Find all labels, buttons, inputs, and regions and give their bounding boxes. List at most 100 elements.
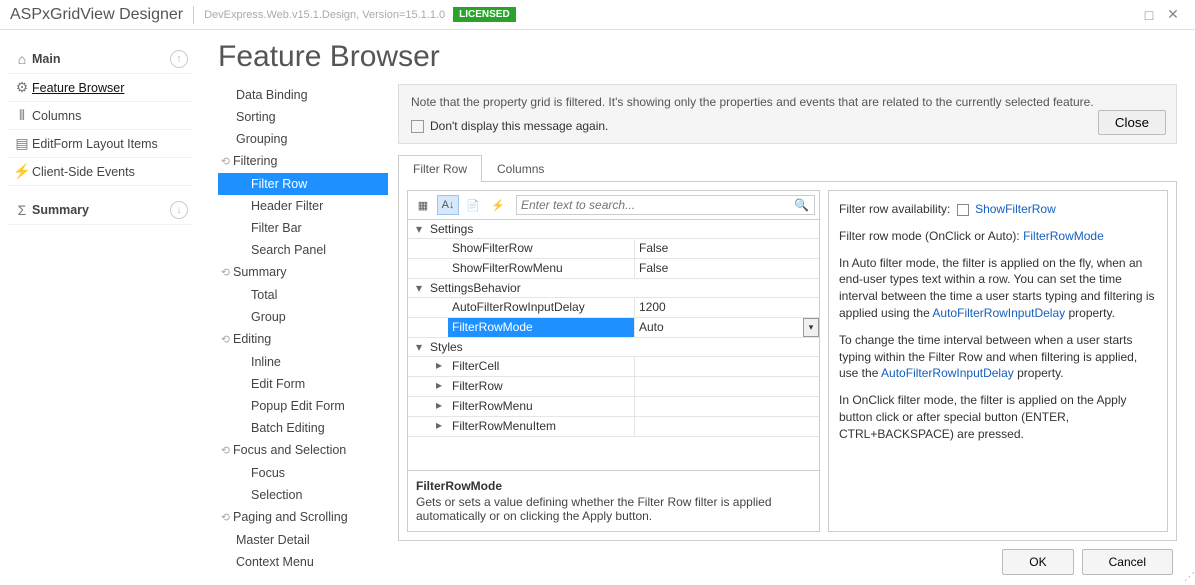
up-arrow-icon[interactable]: ↑ [170, 50, 188, 68]
expand-icon[interactable]: ▸ [430, 397, 448, 416]
property-grid: ▦ A↓ 📄 ⚡ 🔍 ▾Settings ShowFilterRowFalse [407, 190, 820, 532]
cat-styles[interactable]: ▾Styles [408, 338, 819, 357]
expand-icon[interactable]: ▸ [430, 357, 448, 376]
notice-close-button[interactable]: Close [1098, 110, 1166, 135]
resize-grip-icon[interactable]: ⋰ [1184, 570, 1193, 583]
nav-summary-label: Summary [32, 203, 170, 217]
tree-selection[interactable]: Selection [218, 484, 388, 506]
prop-filter-row-mode[interactable]: FilterRowModeAuto▾ [408, 318, 819, 338]
tree-inline[interactable]: Inline [218, 351, 388, 373]
collapse-icon[interactable]: ▾ [408, 340, 430, 354]
nav-editform[interactable]: ▤ EditForm Layout Items [8, 130, 192, 158]
tree-sorting[interactable]: Sorting [218, 106, 388, 128]
search-icon[interactable]: 🔍 [789, 198, 814, 212]
tree-batch[interactable]: Batch Editing [218, 417, 388, 439]
dont-show-checkbox[interactable] [411, 120, 424, 133]
filter-row-mode-link[interactable]: FilterRowMode [1023, 229, 1104, 243]
events-button[interactable]: ⚡ [487, 195, 509, 215]
tree-context-menu[interactable]: Context Menu [218, 551, 388, 573]
prop-auto-delay[interactable]: AutoFilterRowInputDelay1200 [408, 298, 819, 318]
filter-notice: Note that the property grid is filtered.… [398, 84, 1177, 144]
prop-filter-row-style[interactable]: ▸FilterRow [408, 377, 819, 397]
tree-popup-edit[interactable]: Popup Edit Form [218, 395, 388, 417]
nav-columns-label: Columns [32, 109, 188, 123]
prop-filter-row-menu-item[interactable]: ▸FilterRowMenuItem [408, 417, 819, 437]
nav-main[interactable]: ⌂ Main ↑ [8, 45, 192, 74]
lightning-icon: ⚡ [12, 163, 32, 180]
tree-edit-form[interactable]: Edit Form [218, 373, 388, 395]
collapse-icon[interactable]: ▾ [408, 222, 430, 236]
properties-button[interactable]: 📄 [462, 195, 484, 215]
ok-button[interactable]: OK [1002, 549, 1073, 575]
form-icon: ▤ [12, 135, 32, 152]
page-title: Feature Browser [218, 40, 1177, 74]
nav-editform-label: EditForm Layout Items [32, 137, 188, 151]
prop-show-filter-row[interactable]: ShowFilterRowFalse [408, 239, 819, 259]
dropdown-arrow-icon[interactable]: ▾ [803, 318, 819, 337]
tree-focus[interactable]: Focus [218, 462, 388, 484]
license-badge: LICENSED [453, 7, 516, 22]
cancel-button[interactable]: Cancel [1082, 549, 1173, 575]
cat-behavior[interactable]: ▾SettingsBehavior [408, 279, 819, 298]
search-input[interactable] [517, 198, 789, 212]
show-filter-row-link[interactable]: ShowFilterRow [975, 202, 1056, 216]
dont-show-label: Don't display this message again. [430, 119, 608, 133]
tree-focus-sel[interactable]: Focus and Selection [218, 439, 388, 462]
nav-columns[interactable]: ⦀ Columns [8, 102, 192, 130]
main-panel: Feature Browser Data Binding Sorting Gro… [200, 30, 1195, 585]
tree-grouping[interactable]: Grouping [218, 128, 388, 150]
tree-editing[interactable]: Editing [218, 328, 388, 351]
home-icon: ⌂ [12, 51, 32, 67]
search-box: 🔍 [516, 195, 815, 215]
tree-filter-row[interactable]: Filter Row [218, 173, 388, 195]
titlebar: ASPxGridView Designer DevExpress.Web.v15… [0, 0, 1195, 30]
show-filter-row-checkbox[interactable] [957, 204, 969, 216]
tree-search-panel[interactable]: Search Panel [218, 239, 388, 261]
tree-group[interactable]: Group [218, 306, 388, 328]
tabs: Filter Row Columns [398, 154, 1177, 182]
tree-total[interactable]: Total [218, 284, 388, 306]
right-panel: Note that the property grid is filtered.… [398, 84, 1177, 575]
nav-summary[interactable]: Σ Summary ↓ [8, 196, 192, 225]
auto-delay-link-2[interactable]: AutoFilterRowInputDelay [881, 366, 1014, 380]
nav-clientside[interactable]: ⚡ Client-Side Events [8, 158, 192, 186]
expand-icon[interactable]: ▸ [430, 377, 448, 396]
auto-delay-link[interactable]: AutoFilterRowInputDelay [932, 306, 1065, 320]
desc-text: Gets or sets a value defining whether th… [416, 495, 811, 523]
tree-filter-bar[interactable]: Filter Bar [218, 217, 388, 239]
tab-filter-row[interactable]: Filter Row [398, 155, 482, 182]
tree-data-binding[interactable]: Data Binding [218, 84, 388, 106]
tree-paging[interactable]: Paging and Scrolling [218, 506, 388, 529]
nav-feature-browser[interactable]: ⚙ Feature Browser [8, 74, 192, 102]
down-arrow-icon[interactable]: ↓ [170, 201, 188, 219]
dialog-footer: OK Cancel [398, 541, 1177, 575]
prop-filter-row-menu-style[interactable]: ▸FilterRowMenu [408, 397, 819, 417]
tree-header-filter[interactable]: Header Filter [218, 195, 388, 217]
property-description: FilterRowMode Gets or sets a value defin… [408, 470, 819, 531]
tree-filtering[interactable]: Filtering [218, 150, 388, 173]
help-panel: Filter row availability: ShowFilterRow F… [828, 190, 1168, 532]
app-title: ASPxGridView Designer [10, 6, 183, 24]
expand-icon[interactable]: ▸ [430, 417, 448, 436]
left-nav: ⌂ Main ↑ ⚙ Feature Browser ⦀ Columns ▤ E… [0, 30, 200, 585]
categorize-button[interactable]: ▦ [412, 195, 434, 215]
close-window-button[interactable]: ✕ [1161, 6, 1185, 23]
tree-master-detail[interactable]: Master Detail [218, 529, 388, 551]
tab-columns[interactable]: Columns [482, 155, 559, 182]
nav-main-label: Main [32, 52, 170, 66]
sigma-icon: Σ [12, 202, 32, 218]
prop-filter-cell[interactable]: ▸FilterCell [408, 357, 819, 377]
prop-show-filter-row-menu[interactable]: ShowFilterRowMenuFalse [408, 259, 819, 279]
help-onclick-text: In OnClick filter mode, the filter is ap… [839, 392, 1157, 442]
sort-button[interactable]: A↓ [437, 195, 459, 215]
tree-col-appear[interactable]: Columns Appearance [218, 573, 388, 575]
nav-clientside-label: Client-Side Events [32, 165, 188, 179]
collapse-icon[interactable]: ▾ [408, 281, 430, 295]
separator [193, 6, 194, 24]
property-list: ▾Settings ShowFilterRowFalse ShowFilterR… [408, 220, 819, 470]
cat-settings[interactable]: ▾Settings [408, 220, 819, 239]
grid-toolbar: ▦ A↓ 📄 ⚡ 🔍 [408, 191, 819, 220]
maximize-button[interactable]: □ [1137, 7, 1161, 23]
tree-summary[interactable]: Summary [218, 261, 388, 284]
version-label: DevExpress.Web.v15.1.Design, Version=15.… [204, 9, 445, 21]
